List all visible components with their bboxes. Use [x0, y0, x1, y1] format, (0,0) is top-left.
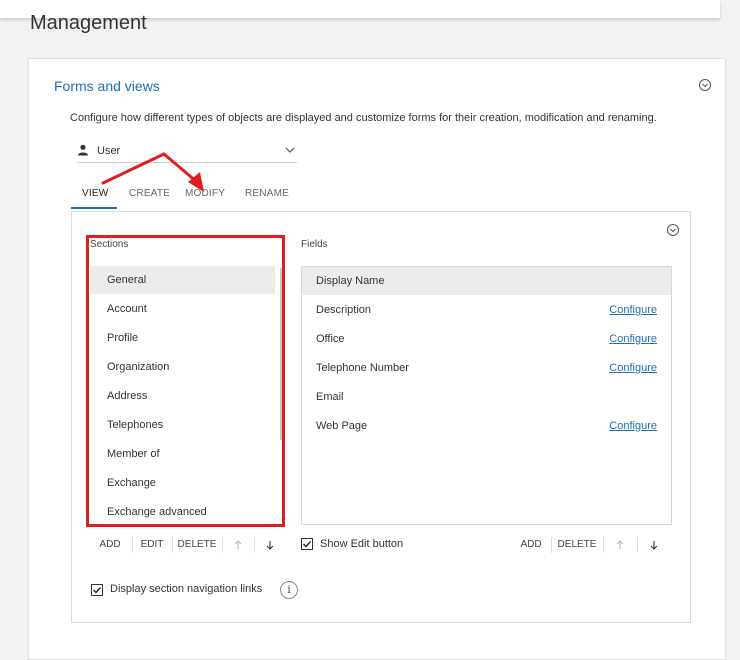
- card-description: Configure how different types of objects…: [70, 112, 657, 124]
- edit-section-button[interactable]: EDIT: [134, 534, 170, 556]
- user-icon: [78, 144, 88, 156]
- delete-section-button[interactable]: DELETE: [174, 534, 220, 556]
- divider: [172, 537, 173, 553]
- move-section-down-button[interactable]: [256, 534, 284, 556]
- sections-list: General Account Profile Organization Add…: [90, 266, 285, 526]
- section-item-member-of[interactable]: Member of: [90, 440, 275, 468]
- display-section-nav-checkbox[interactable]: [91, 584, 103, 596]
- field-name: Display Name: [316, 275, 385, 287]
- fields-list: Display Name Description Configure Offic…: [301, 266, 672, 525]
- forms-and-views-card: Forms and views Configure how different …: [28, 58, 726, 660]
- section-item-general[interactable]: General: [90, 266, 275, 294]
- move-field-up-button[interactable]: [605, 534, 635, 556]
- section-item-telephones[interactable]: Telephones: [90, 411, 275, 439]
- divider: [603, 537, 604, 553]
- arrow-down-icon: [650, 541, 658, 550]
- section-item-address[interactable]: Address: [90, 382, 275, 410]
- view-config-panel: Sections Fields General Account Profile …: [71, 211, 691, 623]
- section-item-exchange[interactable]: Exchange: [90, 469, 275, 497]
- tab-modify[interactable]: MODIFY: [185, 188, 225, 199]
- add-field-button[interactable]: ADD: [512, 534, 550, 556]
- section-item-organization[interactable]: Organization: [90, 353, 275, 381]
- sections-label: Sections: [90, 239, 129, 250]
- move-field-down-button[interactable]: [639, 534, 669, 556]
- section-item-profile[interactable]: Profile: [90, 324, 275, 352]
- configure-link[interactable]: Configure: [609, 325, 657, 353]
- divider: [132, 537, 133, 553]
- add-section-button[interactable]: ADD: [90, 534, 130, 556]
- check-icon: [93, 587, 102, 594]
- configure-link[interactable]: Configure: [609, 296, 657, 324]
- field-item-email[interactable]: Email: [302, 383, 671, 411]
- check-icon: [303, 541, 312, 548]
- field-item-description[interactable]: Description Configure: [302, 296, 671, 324]
- configure-link[interactable]: Configure: [609, 412, 657, 440]
- tab-create[interactable]: CREATE: [129, 188, 170, 199]
- divider: [637, 537, 638, 553]
- object-type-select[interactable]: User: [77, 139, 297, 163]
- configure-link[interactable]: Configure: [609, 354, 657, 382]
- field-item-office[interactable]: Office Configure: [302, 325, 671, 353]
- field-item-display-name[interactable]: Display Name: [302, 267, 671, 295]
- field-name: Description: [316, 304, 372, 316]
- field-name: Office: [316, 333, 345, 345]
- arrow-up-icon: [616, 540, 624, 549]
- collapse-panel-chevron-icon[interactable]: [667, 224, 679, 236]
- field-name: Web Page: [316, 420, 368, 432]
- show-edit-button-label: Show Edit button: [320, 538, 404, 550]
- delete-field-button[interactable]: DELETE: [553, 534, 601, 556]
- sections-scrollbar[interactable]: [280, 268, 283, 440]
- divider: [254, 537, 255, 553]
- card-title: Forms and views: [54, 78, 160, 94]
- field-item-telephone-number[interactable]: Telephone Number Configure: [302, 354, 671, 382]
- section-item-account[interactable]: Account: [90, 295, 275, 323]
- field-name: Email: [316, 391, 344, 403]
- field-name: Telephone Number: [316, 362, 409, 374]
- divider: [222, 537, 223, 553]
- chevron-down-icon: [285, 147, 295, 153]
- info-icon[interactable]: i: [280, 581, 298, 599]
- show-edit-button-checkbox[interactable]: [301, 538, 313, 550]
- tab-view[interactable]: VIEW: [82, 188, 108, 199]
- collapse-card-chevron-icon[interactable]: [699, 79, 711, 91]
- page-title: Management: [30, 12, 147, 34]
- fields-label: Fields: [301, 239, 328, 250]
- active-tab-indicator: [71, 207, 117, 209]
- display-section-nav-label: Display section navigation links: [110, 583, 263, 595]
- section-item-exchange-advanced[interactable]: Exchange advanced: [90, 498, 275, 526]
- divider: [551, 537, 552, 553]
- arrow-up-icon: [234, 540, 242, 549]
- arrow-down-icon: [266, 541, 274, 550]
- object-type-value: User: [97, 145, 121, 157]
- tab-rename[interactable]: RENAME: [245, 188, 289, 199]
- move-section-up-button[interactable]: [224, 534, 252, 556]
- field-item-web-page[interactable]: Web Page Configure: [302, 412, 671, 440]
